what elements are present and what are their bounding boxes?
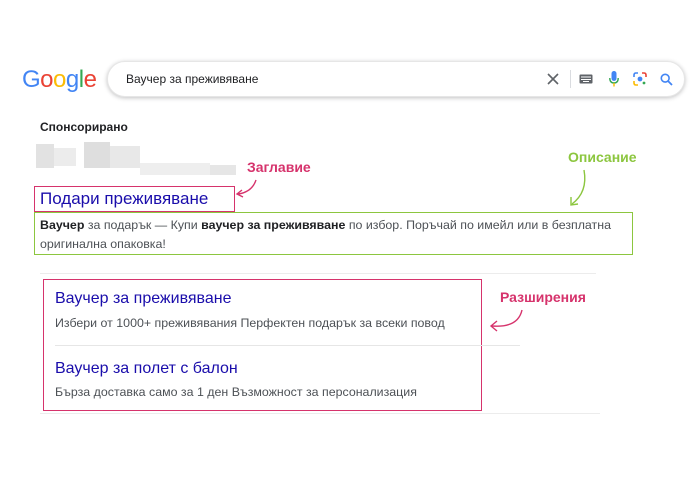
annotation-title-label: Заглавие (247, 159, 311, 175)
desc-part: Ваучер (40, 218, 85, 232)
annotation-extensions-arrow (489, 309, 523, 332)
desc-part: ваучер за преживяване (201, 218, 346, 232)
desc-part: за подарък — Купи (84, 218, 202, 232)
close-icon[interactable] (540, 62, 566, 96)
divider (40, 413, 600, 414)
lens-icon[interactable] (630, 62, 650, 96)
ad-title-link[interactable]: Подари преживяване (40, 189, 208, 209)
logo-letter: o (40, 66, 54, 93)
ad-description: Ваучер за подарък — Купи ваучер за прежи… (40, 216, 628, 254)
sponsored-label: Спонсорирано (40, 120, 128, 134)
sitelink-description: Бърза доставка само за 1 ден Възможност … (55, 385, 417, 399)
sitelink-divider (55, 345, 520, 346)
keyboard-icon[interactable] (576, 62, 596, 96)
logo-letter: g (65, 66, 79, 93)
search-input[interactable] (126, 62, 526, 96)
sitelink-title[interactable]: Ваучер за преживяване (55, 290, 232, 308)
google-logo[interactable]: Google (22, 66, 97, 94)
search-icon[interactable] (656, 62, 676, 96)
logo-letter: G (22, 66, 41, 93)
annotation-title-arrow (235, 179, 257, 198)
logo-letter: e (83, 66, 97, 93)
annotation-description-label: Описание (568, 149, 637, 165)
logo-letter: o (53, 66, 66, 93)
annotation-description-arrow (570, 169, 586, 206)
search-bar (107, 61, 685, 97)
search-divider (570, 70, 571, 88)
sitelink-title[interactable]: Ваучер за полет с балон (55, 360, 238, 378)
mic-icon[interactable] (604, 62, 624, 96)
divider (40, 273, 596, 274)
annotation-extensions-label: Разширения (500, 289, 586, 305)
page: Google Спонсорирано Подари преживяван (0, 0, 700, 500)
sitelink-description: Избери от 1000+ преживявания Перфектен п… (55, 316, 445, 330)
